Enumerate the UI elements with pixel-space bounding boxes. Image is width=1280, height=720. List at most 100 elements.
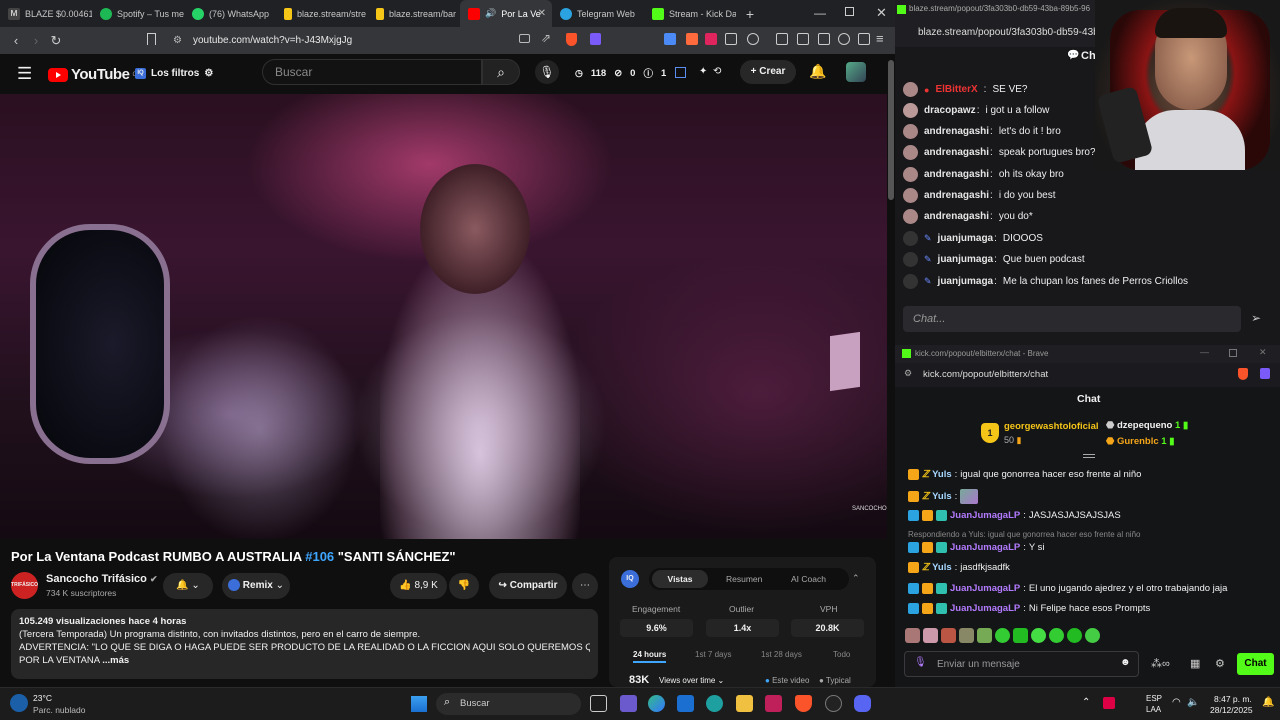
- translate-extension-icon[interactable]: [664, 33, 676, 45]
- new-tab-icon[interactable]: +: [740, 6, 760, 22]
- subscribe-bell-button[interactable]: 🔔 ⌄: [163, 573, 213, 599]
- snipping-tool-icon[interactable]: [620, 695, 637, 712]
- channel-avatar[interactable]: TRIFÁSICO: [11, 572, 38, 599]
- kick-username[interactable]: JuanJumagaLP: [950, 603, 1020, 614]
- cast-extension-icon[interactable]: ⟲: [713, 66, 721, 77]
- remix-button[interactable]: Remix ⌄: [222, 573, 290, 599]
- emote-icon[interactable]: [1049, 628, 1064, 643]
- minimize-icon[interactable]: —: [1200, 347, 1209, 357]
- emote-icon[interactable]: [923, 628, 938, 643]
- menu-icon[interactable]: ≡: [876, 31, 884, 46]
- avatar[interactable]: [846, 62, 866, 82]
- microphone-icon[interactable]: 🎙: [914, 657, 927, 668]
- voice-search-icon[interactable]: 🎙: [535, 60, 559, 84]
- kick-username[interactable]: JuanJumagaLP: [950, 510, 1020, 521]
- tab-blaze-stream-1[interactable]: blaze.stream/stre: [276, 0, 368, 27]
- users-icon[interactable]: ⁂∞: [1151, 657, 1170, 670]
- leader-name[interactable]: dzepequeno: [1117, 420, 1172, 431]
- chat-username[interactable]: andrenagashi: [924, 190, 989, 201]
- clock-date[interactable]: 28/12/2025: [1210, 705, 1253, 715]
- task-view-icon[interactable]: [590, 695, 607, 712]
- range-all[interactable]: Todo: [833, 650, 850, 659]
- minimize-icon[interactable]: —: [814, 6, 826, 20]
- vpn-icon[interactable]: [858, 33, 870, 45]
- leo-ai-icon[interactable]: [838, 33, 850, 45]
- tab-telegram[interactable]: Telegram Web: [552, 0, 644, 27]
- edge-copilot-icon[interactable]: [648, 695, 665, 712]
- m-extension-icon[interactable]: [705, 33, 717, 45]
- tab-ai-coach[interactable]: AI Coach: [791, 574, 826, 584]
- puzzle-icon[interactable]: [776, 33, 788, 45]
- emote-icon[interactable]: [995, 628, 1010, 643]
- wallet-icon[interactable]: [818, 33, 830, 45]
- share-icon[interactable]: ⇗: [541, 31, 551, 45]
- chat-username[interactable]: andrenagashi: [924, 211, 989, 222]
- store-icon[interactable]: ▦: [1190, 657, 1200, 670]
- speaker-icon[interactable]: 🔊: [485, 8, 496, 19]
- emote-icon[interactable]: [905, 628, 920, 643]
- edge-icon[interactable]: [706, 695, 723, 712]
- share-button[interactable]: ↪ Compartir: [489, 573, 567, 599]
- blaze-chat-input[interactable]: Chat...: [903, 306, 1241, 332]
- kick-username[interactable]: Yuls: [932, 562, 952, 573]
- chat-username[interactable]: juanjumaga: [938, 254, 994, 265]
- tab-vistas[interactable]: Vistas: [652, 570, 708, 588]
- kick-username[interactable]: JuanJumagaLP: [950, 583, 1020, 594]
- wifi-icon[interactable]: ◠: [1172, 697, 1181, 708]
- views-over-time-dropdown[interactable]: Views over time ⌄: [659, 676, 724, 685]
- emoji-icon[interactable]: ☻: [1120, 657, 1131, 668]
- expand-handle-icon[interactable]: [1083, 454, 1095, 458]
- close-window-icon[interactable]: ✕: [876, 5, 887, 21]
- emote-icon[interactable]: [1031, 628, 1046, 643]
- range-7d[interactable]: 1st 7 days: [695, 650, 731, 659]
- chat-username[interactable]: juanjumaga: [938, 276, 994, 287]
- volume-icon[interactable]: 🔈: [1187, 697, 1199, 708]
- show-more-link[interactable]: ...más: [102, 655, 129, 666]
- like-button[interactable]: 👍 8,9 K: [390, 573, 447, 599]
- stats-widget[interactable]: ◷ 118 ⊘ 0 ⓘ 1: [575, 66, 666, 81]
- brave-rewards-icon[interactable]: [590, 33, 601, 45]
- discord-icon[interactable]: [854, 695, 871, 712]
- clock-time[interactable]: 8:47 p. m.: [1214, 694, 1252, 704]
- kick-username[interactable]: Yuls: [932, 491, 952, 502]
- kick-url[interactable]: kick.com/popout/elbitterx/chat: [923, 369, 1048, 380]
- tray-chevron-icon[interactable]: ⌃: [1082, 697, 1090, 708]
- brave-shield-icon[interactable]: [1238, 368, 1248, 380]
- list-extension-icon[interactable]: [675, 67, 686, 78]
- reply-context[interactable]: Respondiendo a Yuls: igual que gonorrea …: [908, 530, 1140, 539]
- url-field[interactable]: ⚙ youtube.com/watch?v=h-J43MxjgJg: [165, 30, 695, 51]
- file-explorer-icon[interactable]: [736, 695, 753, 712]
- emote-icon[interactable]: [1013, 628, 1028, 643]
- tab-youtube-active[interactable]: 🔊 Por La Ve ✕: [460, 0, 552, 27]
- send-icon[interactable]: ➢: [1251, 311, 1261, 325]
- tab-kick[interactable]: Stream - Kick Da: [644, 0, 736, 27]
- brave-icon[interactable]: [795, 695, 812, 712]
- hashtag-link[interactable]: #106: [305, 549, 334, 564]
- back-icon[interactable]: ‹: [6, 33, 26, 48]
- collapse-chevron-icon[interactable]: ⌃: [852, 573, 860, 584]
- weather-icon[interactable]: [10, 694, 28, 712]
- tab-blaze-stream-2[interactable]: blaze.stream/bar: [368, 0, 460, 27]
- emote-icon[interactable]: [959, 628, 974, 643]
- obs-icon[interactable]: [825, 695, 842, 712]
- site-info-icon[interactable]: ⚙: [173, 30, 182, 51]
- leader-name[interactable]: georgewashtoloficial: [1004, 421, 1099, 432]
- mail-icon[interactable]: [765, 695, 782, 712]
- tray-app-icon[interactable]: [1103, 697, 1115, 709]
- tab-resumen[interactable]: Resumen: [726, 574, 762, 584]
- youtube-logo[interactable]: YouTubeCO: [48, 66, 141, 83]
- windows-start-icon[interactable]: [411, 696, 427, 712]
- chat-username[interactable]: andrenagashi: [924, 126, 989, 137]
- notification-bell-icon[interactable]: 🔔: [1262, 697, 1274, 708]
- emote-icon[interactable]: [1067, 628, 1082, 643]
- close-tab-icon[interactable]: ✕: [538, 8, 546, 19]
- description-box[interactable]: 105.249 visualizaciones hace 4 horas (Te…: [11, 609, 598, 679]
- create-button[interactable]: + Crear: [740, 60, 796, 84]
- chat-username[interactable]: ElBitterX: [935, 84, 977, 95]
- maximize-icon[interactable]: [1229, 349, 1237, 357]
- chat-username[interactable]: juanjumaga: [938, 233, 994, 244]
- search-input[interactable]: Buscar: [262, 59, 482, 85]
- tab-spotify[interactable]: Spotify – Tus me: [92, 0, 184, 27]
- brave-rewards-icon[interactable]: [1260, 368, 1270, 379]
- chat-username[interactable]: andrenagashi: [924, 169, 989, 180]
